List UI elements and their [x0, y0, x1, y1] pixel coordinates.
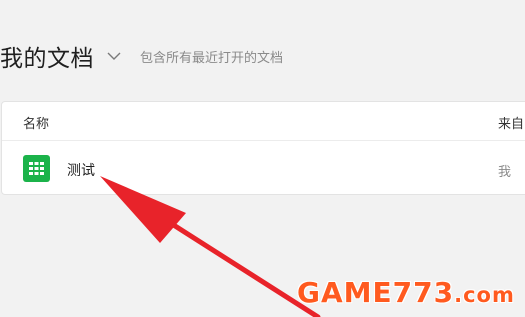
column-header-name[interactable]: 名称: [23, 113, 49, 132]
page-subtitle: 包含所有最近打开的文档: [140, 50, 284, 66]
table-header: 名称 来自: [2, 102, 525, 141]
chevron-down-icon[interactable]: [106, 48, 122, 64]
watermark-logo: GAME773 .com: [297, 276, 515, 309]
column-header-source[interactable]: 来自: [498, 113, 524, 132]
page-title: 我的文档: [0, 46, 94, 72]
watermark-text: GAME773: [297, 276, 455, 309]
file-source: 我: [498, 165, 512, 180]
page-header: 我的文档 包含所有最近打开的文档: [0, 38, 283, 74]
watermark-suffix: .com: [454, 283, 515, 307]
spreadsheet-icon: [23, 155, 50, 182]
file-name[interactable]: 测试: [67, 160, 95, 180]
file-list-panel: 名称 来自 测试 我: [1, 101, 525, 195]
table-row[interactable]: 测试 我: [2, 141, 525, 195]
